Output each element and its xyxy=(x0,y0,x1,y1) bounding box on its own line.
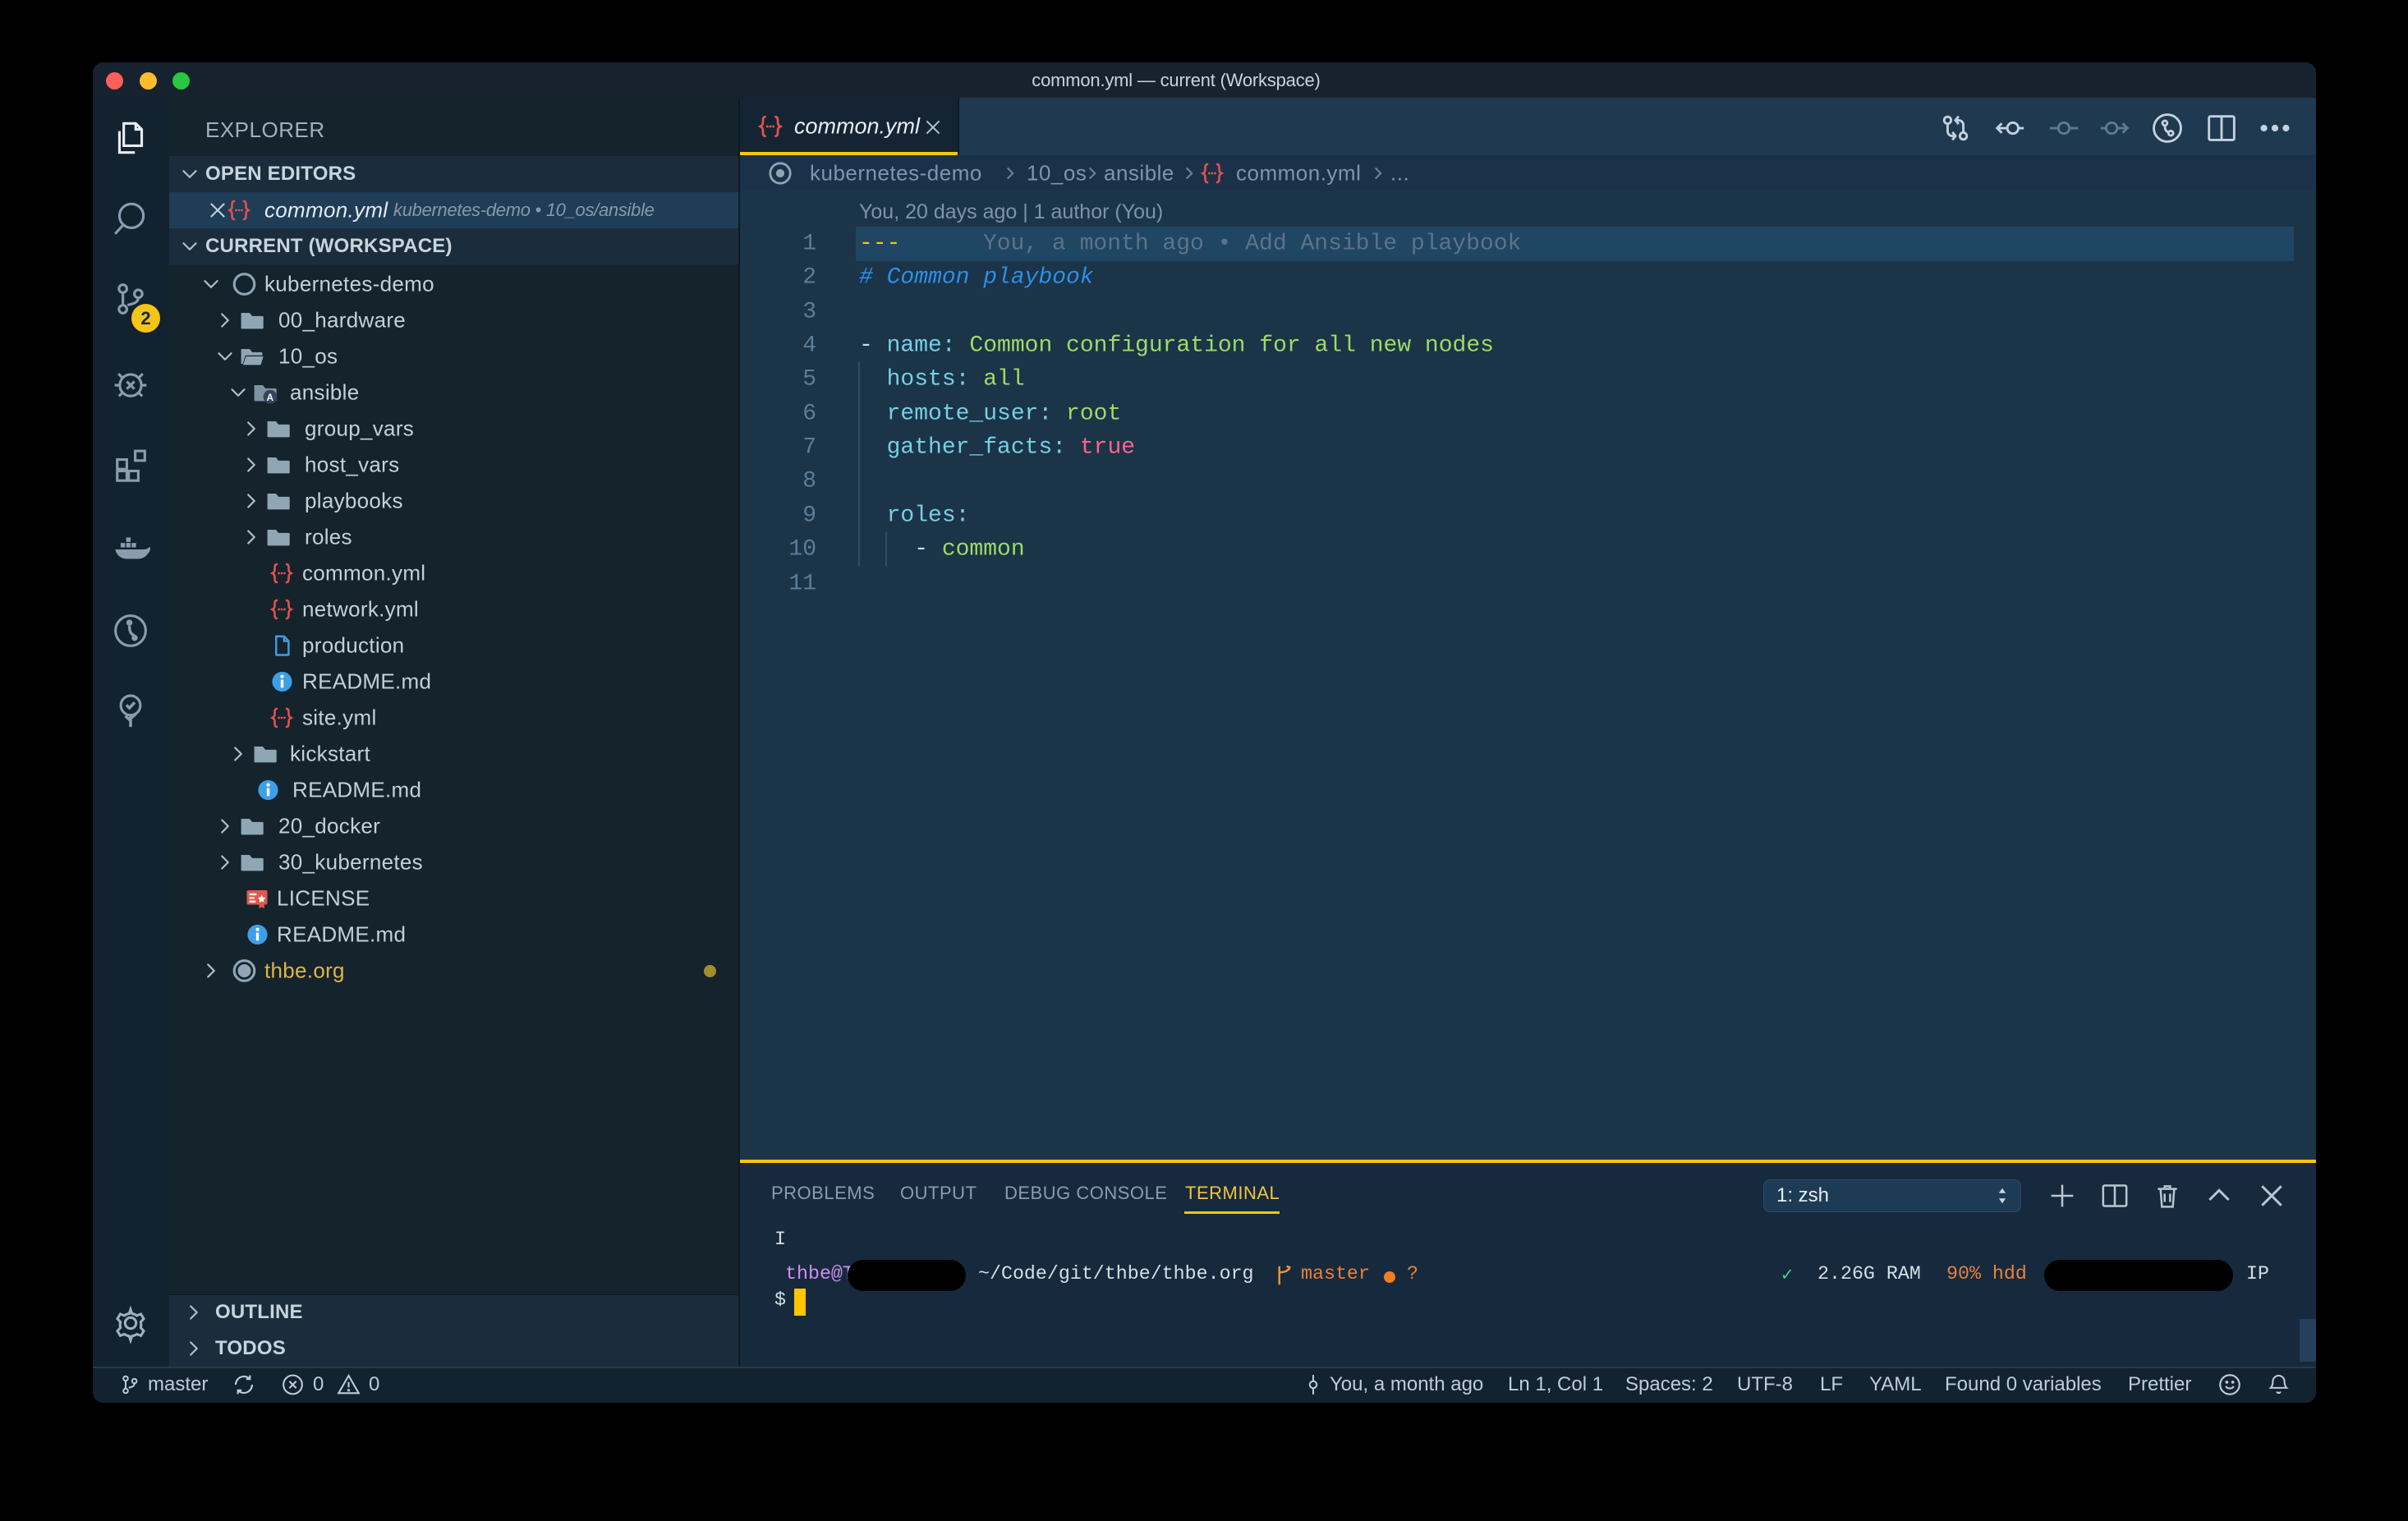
svg-text:A: A xyxy=(267,393,274,403)
